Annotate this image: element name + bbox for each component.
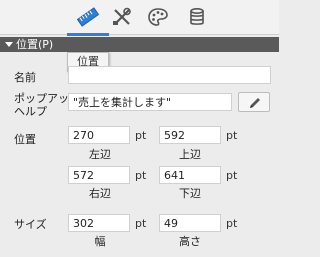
top-unit: pt — [226, 129, 238, 142]
position-label: 位置 — [14, 133, 36, 146]
left-unit: pt — [135, 129, 147, 142]
data-tab[interactable] — [186, 7, 208, 27]
left-caption: 左辺 — [89, 148, 111, 161]
width-caption: 幅 — [94, 235, 106, 248]
name-label: 名前 — [14, 71, 36, 84]
bottom-input[interactable] — [159, 166, 221, 184]
position-tab[interactable] — [77, 7, 99, 27]
height-input[interactable] — [159, 214, 221, 232]
top-input[interactable] — [159, 126, 221, 144]
popup-help-input[interactable] — [68, 93, 232, 111]
tools-tab[interactable] — [111, 7, 133, 27]
position-section-header[interactable]: 位置(P) — [0, 37, 279, 52]
height-caption: 高さ — [179, 235, 201, 248]
inspector-toolbar — [0, 0, 279, 36]
active-tab-indicator — [67, 33, 109, 36]
ruler-icon — [77, 7, 99, 27]
top-caption: 上辺 — [179, 148, 201, 161]
name-input[interactable] — [68, 66, 271, 84]
section-title: 位置(P) — [16, 38, 54, 51]
width-input[interactable] — [68, 214, 130, 232]
edit-popup-help-button[interactable] — [238, 92, 270, 112]
height-unit: pt — [226, 217, 238, 230]
right-unit: pt — [135, 169, 147, 182]
bottom-caption: 下辺 — [179, 187, 201, 200]
width-unit: pt — [135, 217, 147, 230]
database-icon — [186, 7, 208, 27]
bottom-unit: pt — [226, 169, 238, 182]
right-input[interactable] — [68, 166, 130, 184]
tools-icon — [111, 7, 133, 27]
appearance-tab[interactable] — [147, 7, 169, 27]
right-caption: 右辺 — [89, 187, 111, 200]
collapse-triangle-icon[interactable] — [5, 42, 13, 47]
popup-help-label-line2: ヘルプ — [14, 105, 47, 118]
left-input[interactable] — [68, 126, 130, 144]
palette-icon — [147, 7, 169, 27]
size-label: サイズ — [14, 218, 47, 231]
